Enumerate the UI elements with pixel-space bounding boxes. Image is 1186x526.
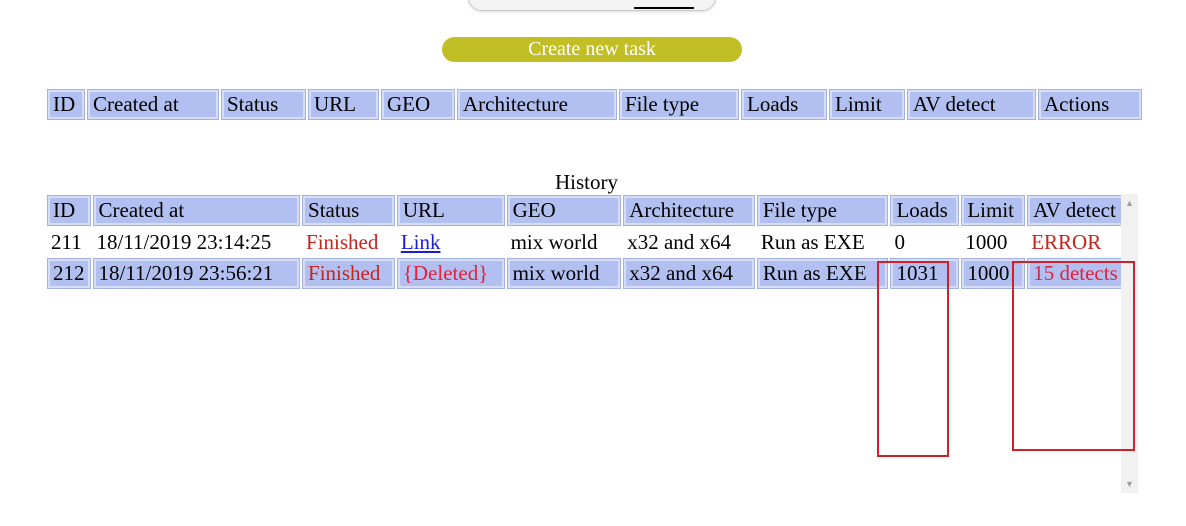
col-actions: Actions bbox=[1038, 89, 1142, 120]
col-loads: Loads bbox=[741, 89, 827, 120]
cell-loads: 0 bbox=[894, 229, 905, 254]
cell-limit: 1000 bbox=[965, 229, 1008, 254]
col-status: Status bbox=[221, 89, 306, 120]
col-created-at: Created at bbox=[92, 195, 301, 226]
cell-status: Finished bbox=[306, 229, 379, 254]
loads-annotation-box bbox=[877, 261, 949, 457]
cell-id: 211 bbox=[51, 229, 82, 254]
col-limit: Limit bbox=[829, 89, 905, 120]
create-task-button[interactable]: Create new task bbox=[442, 37, 742, 62]
cell-architecture: x32 and x64 bbox=[627, 229, 732, 254]
col-geo: GEO bbox=[506, 195, 622, 226]
col-av-detect: AV detect bbox=[1027, 195, 1135, 226]
cell-file-type: Run as EXE bbox=[760, 229, 865, 254]
cell-url: Link bbox=[398, 229, 504, 255]
underline-bar bbox=[634, 7, 694, 9]
history-panel: ID Created at Status URL GEO Architectur… bbox=[44, 192, 1138, 493]
tasks-table: ID Created at Status URL GEO Architectur… bbox=[44, 86, 1145, 123]
col-id: ID bbox=[47, 89, 85, 120]
table-row: 212 18/11/2019 23:56:21 Finished {Delete… bbox=[47, 258, 1135, 289]
av-detect-annotation-box bbox=[1012, 261, 1135, 451]
col-geo: GEO bbox=[381, 89, 455, 120]
col-url: URL bbox=[396, 195, 505, 226]
col-file-type: File type bbox=[619, 89, 739, 120]
col-file-type: File type bbox=[756, 195, 889, 226]
col-limit: Limit bbox=[961, 195, 1026, 226]
cell-created-at: 18/11/2019 23:56:21 bbox=[92, 258, 301, 289]
scroll-up-arrow-icon[interactable]: ▲ bbox=[1121, 196, 1138, 210]
cell-id: 212 bbox=[47, 258, 91, 289]
cell-url: {Deleted} bbox=[396, 258, 505, 289]
col-created-at: Created at bbox=[87, 89, 219, 120]
cell-architecture: x32 and x64 bbox=[623, 258, 755, 289]
tasks-header-row: ID Created at Status URL GEO Architectur… bbox=[47, 89, 1142, 120]
col-id: ID bbox=[47, 195, 91, 226]
cell-geo: mix world bbox=[510, 229, 598, 254]
cell-created-at: 18/11/2019 23:14:25 bbox=[96, 229, 272, 254]
top-pill-control bbox=[468, 0, 716, 11]
col-url: URL bbox=[308, 89, 379, 120]
col-av-detect: AV detect bbox=[907, 89, 1036, 120]
table-row: 211 18/11/2019 23:14:25 Finished Link mi… bbox=[48, 229, 1134, 255]
history-table: ID Created at Status URL GEO Architectur… bbox=[44, 192, 1138, 292]
scroll-down-arrow-icon[interactable]: ▼ bbox=[1121, 477, 1138, 491]
history-header-row: ID Created at Status URL GEO Architectur… bbox=[47, 195, 1135, 226]
col-architecture: Architecture bbox=[457, 89, 617, 120]
col-status: Status bbox=[302, 195, 395, 226]
cell-av-detect: ERROR bbox=[1031, 229, 1102, 254]
col-loads: Loads bbox=[890, 195, 960, 226]
cell-file-type: Run as EXE bbox=[756, 258, 889, 289]
cell-status: Finished bbox=[302, 258, 395, 289]
col-architecture: Architecture bbox=[623, 195, 755, 226]
cell-geo: mix world bbox=[506, 258, 622, 289]
url-link[interactable]: Link bbox=[401, 230, 441, 254]
